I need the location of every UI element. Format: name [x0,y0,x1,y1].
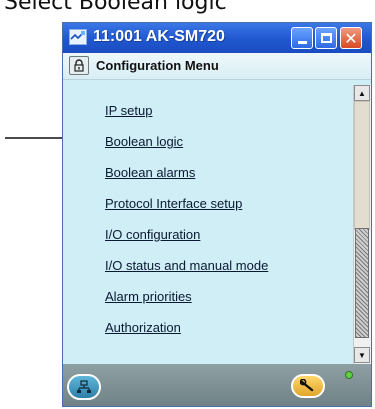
menu-item-boolean-alarms[interactable]: Boolean alarms [105,165,195,180]
menu-header: Configuration Menu [63,53,371,80]
lock-button[interactable] [69,56,89,75]
menu-item-authorization[interactable]: Authorization [105,320,181,335]
close-icon: ✕ [344,28,358,48]
minimize-button[interactable] [291,27,313,49]
window-title: 11:001 AK-SM720 [93,28,225,45]
menu-item-io-status-manual-mode[interactable]: I/O status and manual mode [105,258,268,273]
menu-item-alarm-priorities[interactable]: Alarm priorities [105,289,192,304]
menu-item-boolean-logic[interactable]: Boolean logic [105,134,183,149]
status-bar [63,364,371,406]
scroll-up-button[interactable]: ▲ [354,85,370,101]
minimize-icon [297,41,307,44]
scroll-down-button[interactable]: ▼ [354,347,370,363]
status-led-icon [345,371,353,379]
menu-item-protocol-interface-setup[interactable]: Protocol Interface setup [105,196,242,211]
maximize-icon [320,33,332,43]
scroll-thumb[interactable] [355,228,369,338]
instruction-caption: Select Boolean logic [4,0,227,15]
app-window: 11:001 AK-SM720 ✕ Configuration Menu IP … [62,22,372,407]
menu-item-ip-setup[interactable]: IP setup [105,103,152,118]
vertical-scrollbar[interactable]: ▲ ▼ [353,85,371,365]
network-monitor-icon [69,29,87,45]
maximize-button[interactable] [315,27,337,49]
close-button[interactable]: ✕ [340,27,362,49]
scroll-down-icon: ▼ [358,350,366,360]
title-bar[interactable]: 11:001 AK-SM720 ✕ [63,23,371,53]
scroll-up-icon: ▲ [358,88,366,98]
network-tree-icon [77,380,91,393]
menu-title: Configuration Menu [96,58,219,73]
menu-list: IP setup Boolean logic Boolean alarms Pr… [63,80,351,363]
wrench-icon [300,379,314,392]
lock-icon [74,59,84,72]
service-button[interactable] [291,374,325,398]
network-button[interactable] [67,374,101,400]
scroll-track[interactable] [354,101,370,230]
menu-item-io-configuration[interactable]: I/O configuration [105,227,200,242]
